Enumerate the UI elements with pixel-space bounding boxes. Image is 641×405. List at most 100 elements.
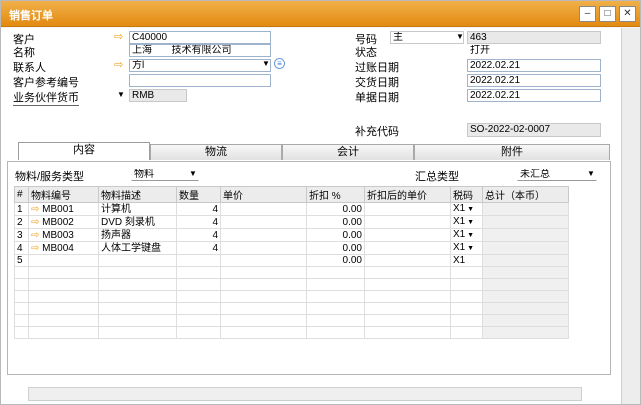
item-code-cell[interactable]: ⇨ MB003 [28,228,99,242]
quantity-cell[interactable]: 4 [176,228,221,242]
item-code-cell[interactable]: ⇨ MB004 [28,241,99,255]
empty-cell [450,326,483,339]
item-desc-cell[interactable] [98,254,177,267]
discount-cell[interactable]: 0.00 [306,241,365,255]
minimize-button[interactable]: – [579,6,596,22]
empty-cell [482,326,569,339]
link-arrow-icon[interactable]: ⇨ [31,230,42,241]
vertical-scrollbar[interactable] [621,28,640,404]
unit-price-cell[interactable] [220,241,307,255]
delivery-date-field[interactable]: 2022.02.21 [467,74,601,87]
unit-price-cell[interactable] [220,202,307,216]
tab-logistics[interactable]: 物流 [150,144,282,160]
table-row [14,326,569,339]
price-after-discount-cell[interactable] [364,228,451,242]
discount-cell[interactable]: 0.00 [306,254,365,267]
chevron-down-icon[interactable]: ▼ [189,169,197,178]
quantity-cell[interactable] [176,254,221,267]
item-desc-cell[interactable]: 人体工学键盘 [98,241,177,255]
col-header[interactable]: 物料编号 [28,186,99,203]
item-desc-cell[interactable]: 扬声器 [98,228,177,242]
chevron-down-icon[interactable]: ▼ [465,206,474,213]
item-code-cell[interactable]: ⇨ MB001 [28,202,99,216]
table-row[interactable]: 1 ⇨ MB001 计算机 4 0.00 X1 ▼ [14,202,569,216]
discount-cell[interactable]: 0.00 [306,202,365,216]
tax-code-cell[interactable]: X1 ▼ [450,241,483,255]
item-desc-cell[interactable]: 计算机 [98,202,177,216]
link-arrow-icon[interactable]: ⇨ [31,243,42,254]
total-lc-cell[interactable] [482,241,569,255]
quantity-cell[interactable]: 4 [176,202,221,216]
tab-content[interactable]: 内容 [18,142,150,160]
contact-field[interactable]: 方l [129,59,271,72]
summary-type-select[interactable]: 未汇总 [517,168,597,181]
name-field[interactable]: 上海 技术有限公司 [129,44,271,57]
price-after-discount-cell[interactable] [364,215,451,229]
link-arrow-icon[interactable]: ⇨ [31,204,42,215]
horizontal-scrollbar[interactable] [28,387,582,401]
item-code-cell[interactable]: ⇨ MB002 [28,215,99,229]
tab-attachments[interactable]: 附件 [414,144,610,160]
col-header[interactable]: # [14,186,29,203]
price-after-discount-cell[interactable] [364,241,451,255]
link-arrow-icon[interactable]: ⇨ [114,30,123,43]
window-title: 销售订单 [9,10,53,22]
empty-cell [306,302,365,315]
tax-code-cell[interactable]: X1 ▼ [450,215,483,229]
empty-cell [220,266,307,279]
empty-cell [14,302,29,315]
quantity-cell[interactable]: 4 [176,241,221,255]
table-row[interactable]: 3 ⇨ MB003 扬声器 4 0.00 X1 ▼ [14,228,569,242]
tax-code-cell[interactable]: X1 ▼ [450,202,483,216]
total-lc-cell[interactable] [482,228,569,242]
doc-date-field[interactable]: 2022.02.21 [467,89,601,102]
col-header[interactable]: 数量 [176,186,221,203]
price-after-discount-cell[interactable] [364,254,451,267]
tab-accounting[interactable]: 会计 [282,144,414,160]
customer-field[interactable]: C40000 [129,31,271,44]
table-row[interactable]: 2 ⇨ MB002 DVD 刻录机 4 0.00 X1 ▼ [14,215,569,229]
customer-ref-field[interactable] [129,74,271,87]
col-header[interactable]: 单价 [220,186,307,203]
series-select[interactable]: 主 [390,31,464,44]
table-row[interactable]: 5 0.00 X1 [14,254,569,267]
total-lc-cell[interactable] [482,254,569,267]
maximize-button[interactable]: □ [599,6,616,22]
empty-cell [306,326,365,339]
unit-price-cell[interactable] [220,228,307,242]
chevron-down-icon[interactable]: ▼ [117,90,125,99]
total-lc-cell[interactable] [482,202,569,216]
empty-cell [28,314,99,327]
series-value: 主 [393,32,403,43]
unit-price-cell[interactable] [220,254,307,267]
item-code-cell[interactable] [28,254,99,267]
posting-date-field[interactable]: 2022.02.21 [467,59,601,72]
chevron-down-icon[interactable]: ▼ [465,232,474,239]
item-desc-cell[interactable]: DVD 刻录机 [98,215,177,229]
price-after-discount-cell[interactable] [364,202,451,216]
link-arrow-icon[interactable]: ⇨ [114,58,123,71]
chevron-down-icon[interactable]: ▼ [465,245,474,252]
total-lc-cell[interactable] [482,215,569,229]
close-button[interactable]: ✕ [619,6,636,22]
link-arrow-icon[interactable]: ⇨ [31,217,42,228]
quantity-cell[interactable]: 4 [176,215,221,229]
chevron-down-icon[interactable]: ▼ [262,59,270,68]
chevron-down-icon[interactable]: ▼ [465,219,474,226]
chevron-down-icon[interactable]: ▼ [456,32,464,41]
table-row[interactable]: 4 ⇨ MB004 人体工学键盘 4 0.00 X1 ▼ [14,241,569,255]
title-bar[interactable]: 销售订单 – □ ✕ [1,1,640,27]
chevron-down-icon[interactable]: ▼ [587,169,595,178]
tax-code-cell[interactable]: X1 ▼ [450,228,483,242]
col-header[interactable]: 折扣 % [306,186,365,203]
col-header[interactable]: 物料描述 [98,186,177,203]
discount-cell[interactable]: 0.00 [306,228,365,242]
col-header[interactable]: 总计（本币） [482,186,569,203]
col-header[interactable]: 折扣后的单价 [364,186,451,203]
tax-code-cell[interactable]: X1 [450,254,483,267]
unit-price-cell[interactable] [220,215,307,229]
discount-cell[interactable]: 0.00 [306,215,365,229]
empty-cell [306,290,365,303]
info-icon[interactable]: ≡ [274,58,285,69]
col-header[interactable]: 税码 [450,186,483,203]
